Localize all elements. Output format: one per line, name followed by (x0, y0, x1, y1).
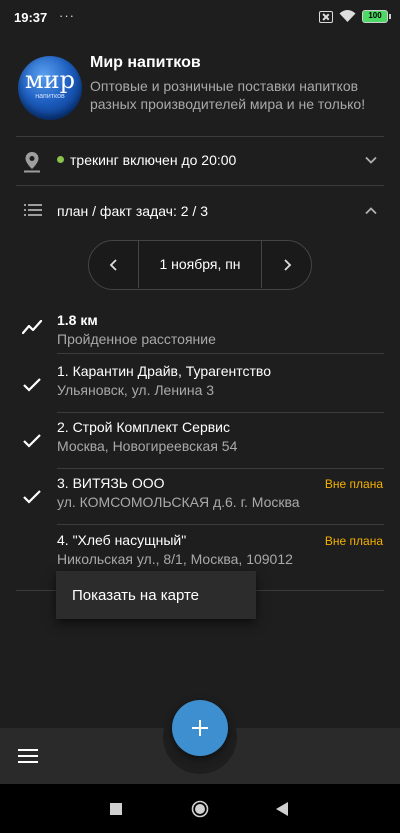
task-item[interactable]: 2. Строй Комплект Сервис Москва, Новогир… (0, 413, 400, 469)
task-address: ул. КОМСОМОЛЬСКАЯ д.6. г. Москва (57, 494, 300, 510)
divider (16, 185, 384, 186)
logo-main-text: мир (24, 66, 76, 94)
status-time: 19:37 (14, 10, 48, 25)
wifi-icon (339, 10, 356, 22)
chevron-up-icon[interactable] (364, 204, 378, 218)
plus-icon (192, 720, 208, 736)
company-description: Оптовые и розничные поставки напитков ра… (90, 78, 366, 112)
task-item[interactable]: 3. ВИТЯЗЬ ООО Вне плана ул. КОМСОМОЛЬСКА… (0, 469, 400, 525)
menu-icon[interactable] (18, 748, 38, 764)
divider (57, 524, 384, 525)
logo-sub-text: напитков (35, 93, 65, 100)
previous-day-button[interactable] (89, 241, 139, 288)
task-title: 4. "Хлеб насущный" (57, 532, 187, 548)
company-title: Мир напитков (90, 54, 201, 71)
system-nav-bar (0, 784, 400, 833)
add-button[interactable] (172, 700, 228, 756)
back-icon[interactable] (276, 802, 289, 816)
notification-dots: ··· (59, 8, 75, 23)
tracking-text: трекинг включен до 20:00 (70, 152, 237, 168)
check-icon (23, 378, 41, 392)
divider (57, 353, 384, 354)
off-plan-badge: Вне плана (324, 477, 383, 491)
chevron-left-icon (109, 258, 117, 271)
check-icon (23, 434, 41, 448)
plan-text: план / факт задач: 2 / 3 (57, 203, 208, 219)
task-address: Никольская ул., 8/1, Москва, 109012 (57, 551, 293, 567)
task-title: 2. Строй Комплект Сервис (57, 419, 230, 435)
current-date[interactable]: 1 ноября, пн (139, 256, 261, 272)
context-menu: Показать на карте (56, 571, 256, 619)
company-logo: мир напитков (18, 56, 82, 120)
status-bar: 19:37 ··· 100 (0, 0, 400, 34)
tracking-status-dot (57, 156, 64, 163)
off-plan-badge: Вне плана (324, 534, 383, 548)
plan-row[interactable]: план / факт задач: 2 / 3 (0, 187, 400, 235)
show-on-map-menu-item[interactable]: Показать на карте (72, 587, 199, 604)
task-item[interactable]: 1. Карантин Драйв, Турагентство Ульяновс… (0, 357, 400, 413)
task-address: Ульяновск, ул. Ленина 3 (57, 382, 215, 398)
distance-value: 1.8 км (57, 312, 98, 328)
task-title: 3. ВИТЯЗЬ ООО (57, 475, 165, 491)
check-icon (23, 490, 41, 504)
sim-blocked-icon (319, 10, 333, 23)
chevron-down-icon[interactable] (364, 153, 378, 167)
task-address: Москва, Новогиреевская 54 (57, 438, 238, 454)
home-icon[interactable] (191, 800, 209, 818)
battery-icon: 100 (362, 10, 391, 23)
tracking-row[interactable]: трекинг включен до 20:00 (0, 137, 400, 185)
task-title: 1. Карантин Драйв, Турагентство (57, 363, 271, 379)
company-header: мир напитков Мир напитков Оптовые и розн… (18, 50, 384, 130)
location-pin-icon (24, 152, 40, 173)
next-day-button[interactable] (261, 241, 311, 288)
list-icon (24, 204, 42, 216)
distance-label: Пройденное расстояние (57, 331, 216, 347)
chevron-right-icon (283, 258, 291, 271)
date-selector: 1 ноября, пн (88, 240, 312, 290)
route-trend-icon (22, 319, 43, 335)
recents-icon[interactable] (110, 803, 122, 815)
